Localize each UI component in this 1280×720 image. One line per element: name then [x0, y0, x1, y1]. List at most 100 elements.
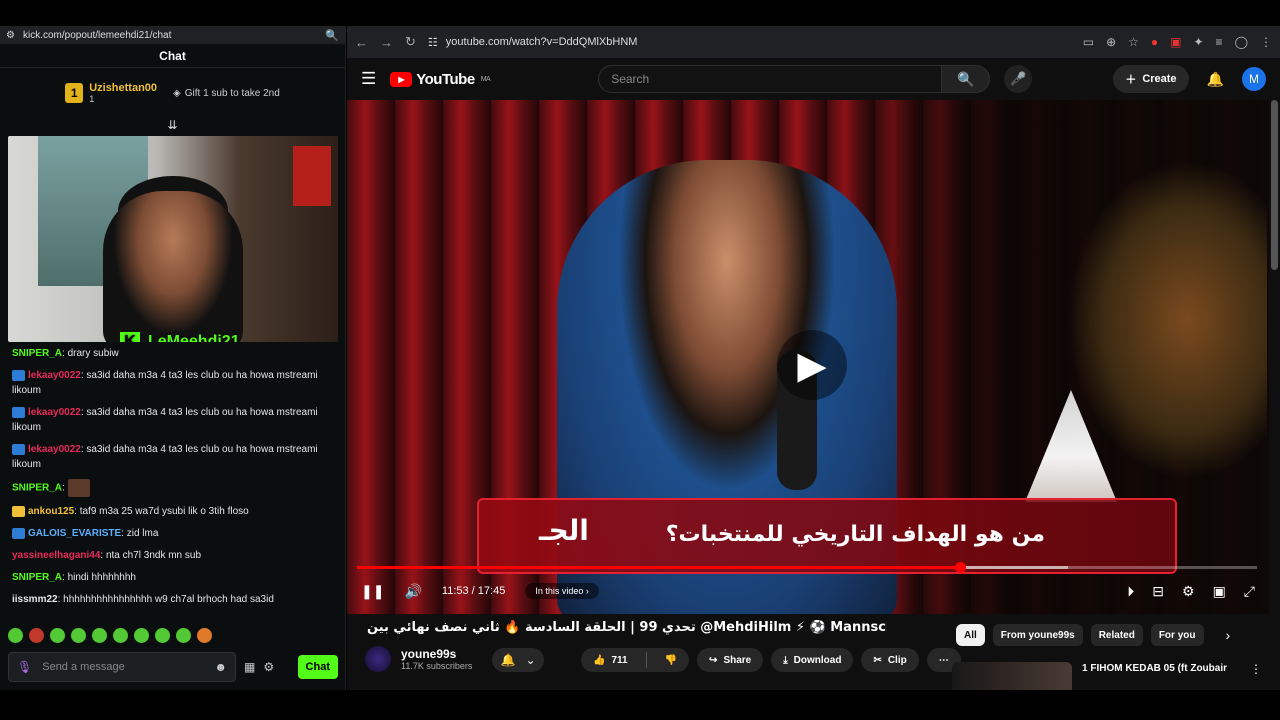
store-icon[interactable]: ▦ [244, 660, 255, 674]
microphone-icon[interactable]: 🎙 [17, 660, 32, 674]
cast-icon[interactable]: ▭ [1083, 35, 1094, 49]
chat-username[interactable]: lekaay0022 [28, 370, 81, 381]
extension-icon[interactable]: ▣ [1170, 35, 1181, 49]
emote-icon[interactable] [176, 628, 191, 643]
search-input[interactable]: Search [598, 65, 943, 93]
chip-from-channel[interactable]: From youne99s [992, 624, 1083, 646]
recommended-thumbnail[interactable] [952, 662, 1072, 690]
chat-username[interactable]: GALOIS_EVARISTE [28, 528, 121, 539]
video-player[interactable]: الجـ من هو الهداف التاريخي للمنتخبات؟ ▶ … [347, 100, 1269, 614]
top-gifter[interactable]: 1 Uzishettan00 1 [65, 82, 157, 104]
youtube-logo[interactable]: ▶ YouTube MA [390, 70, 491, 88]
site-settings-icon[interactable]: ⚙ [6, 30, 15, 41]
region-code: MA [480, 75, 491, 83]
puzzle-icon[interactable]: ✦ [1193, 35, 1203, 49]
zoom-icon[interactable]: 🔍 [325, 29, 339, 42]
video-info: تحدي 99 | الحلقة السادسة 🔥 ثاني نصف نهائ… [347, 618, 1280, 690]
volume-icon[interactable]: 🔊 [404, 583, 421, 600]
scrubber-handle[interactable] [955, 562, 966, 573]
emote-icon[interactable] [113, 628, 128, 643]
kick-url-text[interactable]: kick.com/popout/lemeehdi21/chat [23, 30, 171, 41]
big-play-icon[interactable]: ▶ [777, 330, 847, 400]
like-button[interactable]: 👍 711 [581, 648, 640, 672]
voice-search-button[interactable]: 🎤 [1004, 65, 1033, 93]
channel-info[interactable]: youne99s 11.7K subscribers [365, 646, 472, 672]
media-icon[interactable]: ≡ [1216, 35, 1223, 49]
zoom-icon[interactable]: ⊕ [1106, 35, 1116, 49]
emote-icon[interactable] [134, 628, 149, 643]
emote-icon[interactable] [92, 628, 107, 643]
chat-username[interactable]: lekaay0022 [28, 407, 81, 418]
subscription-bell-button[interactable]: 🔔 ⌄ [492, 648, 544, 672]
address-bar[interactable]: ☷ youtube.com/watch?v=DddQMlXbHNM [428, 36, 638, 49]
subtitles-icon[interactable]: ⊟ [1152, 583, 1164, 600]
bookmark-star-icon[interactable]: ☆ [1128, 35, 1139, 49]
emote-icon[interactable] [155, 628, 170, 643]
kebab-menu-icon[interactable]: ⋮ [1260, 35, 1272, 49]
emote-icon[interactable] [71, 628, 86, 643]
time-display: 11:53 / 17:45 [441, 585, 506, 597]
chat-username[interactable]: iissmm22 [12, 594, 58, 605]
dislike-button[interactable]: 👎 [653, 648, 689, 672]
chat-username[interactable]: lekaay0022 [28, 444, 81, 455]
miniplayer-icon[interactable]: ▣ [1213, 583, 1226, 600]
gift-note-text: Gift 1 sub to take 2nd [184, 87, 280, 99]
extension-icon[interactable]: ● [1151, 35, 1158, 49]
fullscreen-icon[interactable]: ⤢ [1244, 583, 1255, 600]
chat-username[interactable]: SNIPER_A [12, 348, 62, 359]
back-icon[interactable]: ← [355, 35, 368, 50]
channel-avatar[interactable] [365, 646, 391, 672]
progress-bar[interactable] [357, 562, 1257, 573]
youtube-logo-text: YouTube [416, 70, 475, 88]
channel-name[interactable]: youne99s [401, 647, 472, 661]
microphone-icon: 🎤 [1010, 71, 1027, 86]
chat-username[interactable]: ankou125 [28, 506, 74, 517]
emoji-picker-icon[interactable]: ☻ [214, 660, 227, 674]
address-url[interactable]: youtube.com/watch?v=DddQMlXbHNM [446, 36, 638, 48]
emote-icon[interactable] [29, 628, 44, 643]
chat-username[interactable]: yassineelhagani44 [12, 550, 100, 561]
hamburger-menu-icon[interactable]: ☰ [361, 69, 376, 89]
chat-text: taf9 m3a 25 wa7d ysubi lik o 3tih floso [79, 506, 249, 517]
chapter-button[interactable]: In this video › [525, 583, 599, 599]
chevron-right-icon[interactable]: › [1226, 627, 1231, 643]
chat-username[interactable]: SNIPER_A [12, 572, 62, 583]
chip-all[interactable]: All [956, 624, 985, 646]
autoplay-toggle-icon[interactable]: ⏵ [1127, 583, 1134, 600]
create-button[interactable]: ＋ Create [1113, 65, 1189, 93]
clip-button[interactable]: ✂ Clip [861, 648, 919, 672]
gift-sub-prompt[interactable]: ◈ Gift 1 sub to take 2nd [173, 88, 280, 99]
user-badge-icon [12, 527, 25, 539]
page-scrollbar[interactable] [1271, 100, 1278, 270]
notifications-bell-icon[interactable]: 🔔 [1207, 71, 1224, 88]
emote-icon[interactable] [50, 628, 65, 643]
chip-for-you[interactable]: For you [1150, 624, 1204, 646]
emote-icon[interactable] [197, 628, 212, 643]
chip-related[interactable]: Related [1090, 624, 1143, 646]
kebab-menu-icon[interactable]: ⋮ [1250, 662, 1262, 690]
chat-input[interactable]: 🎙 Send a message ☻ [8, 652, 236, 682]
emote-icon[interactable] [8, 628, 23, 643]
chat-composer: 🎙 Send a message ☻ ▦ ⚙ Chat [8, 652, 338, 682]
chat-message: SNIPER_A: hindi hhhhhhhh [12, 570, 333, 585]
search-button[interactable]: 🔍 [942, 65, 991, 93]
video-title: تحدي 99 | الحلقة السادسة 🔥 ثاني نصف نهائ… [367, 620, 887, 635]
gear-icon[interactable]: ⚙ [263, 660, 274, 674]
forward-icon[interactable]: → [380, 35, 393, 50]
settings-gear-icon[interactable]: ⚙ [1182, 583, 1195, 600]
recommended-video[interactable]: 1 FIHOM KEDAB 05 (ft Zoubair ⋮ [952, 662, 1262, 690]
download-button[interactable]: ⤓ Download [771, 648, 854, 672]
kick-address-bar[interactable]: ⚙ kick.com/popout/lemeehdi21/chat 🔍 [0, 26, 345, 44]
share-button[interactable]: ↪ Share [697, 648, 764, 672]
recommended-title[interactable]: 1 FIHOM KEDAB 05 (ft Zoubair [1082, 662, 1227, 690]
emote-quickbar [8, 628, 212, 643]
chat-username[interactable]: SNIPER_A [12, 483, 62, 494]
profile-icon[interactable]: ◯ [1235, 35, 1248, 49]
collapse-toggle[interactable]: ⇊ [0, 118, 345, 132]
account-avatar[interactable]: M [1242, 67, 1266, 91]
site-info-icon[interactable]: ☷ [428, 36, 438, 49]
pause-icon[interactable]: ❚❚ [361, 583, 384, 600]
send-chat-button[interactable]: Chat [297, 655, 338, 679]
reload-icon[interactable]: ↻ [405, 34, 416, 50]
chat-message: GALOIS_EVARISTE: zid lma [12, 526, 333, 541]
